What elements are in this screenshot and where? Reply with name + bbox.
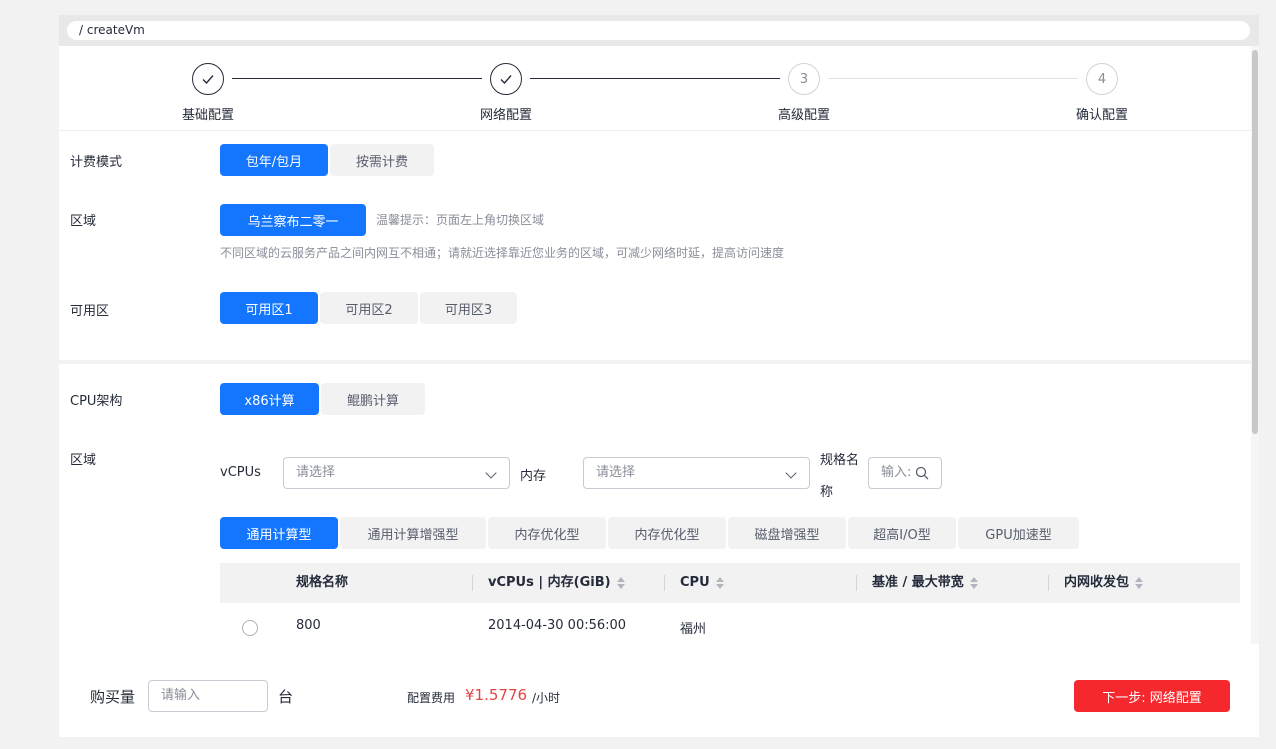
fee-label: 配置费用: [407, 691, 456, 705]
row-radio[interactable]: [242, 620, 258, 636]
sort-icon[interactable]: [1135, 576, 1144, 589]
column-separator: [664, 575, 665, 591]
col-vcpus[interactable]: vCPUs | 内存(GiB): [488, 563, 626, 603]
az-1-button[interactable]: 可用区1: [220, 292, 318, 324]
step-3-label: 高级配置: [777, 108, 830, 123]
step-2-label: 网络配置: [479, 108, 532, 123]
page-container: [59, 15, 1259, 737]
region-note: 不同区域的云服务产品之间内网互不相通；请就近选择靠近您业务的区域，可减少网络时延…: [220, 246, 785, 260]
cpu-x86-button[interactable]: x86计算: [220, 383, 319, 415]
step-connector: [828, 78, 1078, 79]
fee-unit: /小时: [532, 691, 561, 705]
column-separator: [856, 575, 857, 591]
cpu-kunpeng-button[interactable]: 鲲鹏计算: [321, 383, 425, 415]
step-connector: [232, 78, 482, 79]
memory-select[interactable]: 请选择: [583, 457, 810, 489]
sort-icon[interactable]: [616, 576, 626, 589]
cell-name: 800: [296, 618, 321, 633]
chevron-down-icon: [485, 467, 497, 479]
billing-ondemand-button[interactable]: 按需计费: [330, 144, 434, 176]
tab-memory-optimized-2[interactable]: 内存优化型: [608, 517, 726, 549]
tab-high-io[interactable]: 超高I/O型: [848, 517, 956, 549]
scrollbar-thumb[interactable]: [1252, 50, 1258, 434]
tab-gpu[interactable]: GPU加速型: [958, 517, 1079, 549]
cell-cpu: 福州: [680, 622, 707, 637]
spec-name-label-cont: 称: [820, 485, 834, 500]
vcpus-placeholder: 请选择: [296, 465, 336, 480]
qty-input[interactable]: 请输入: [148, 680, 268, 712]
col-name: 规格名称: [296, 575, 349, 590]
search-icon: [915, 466, 929, 480]
section-divider: [59, 360, 1251, 364]
tab-disk-enhanced[interactable]: 磁盘增强型: [728, 517, 846, 549]
column-separator: [1048, 575, 1049, 591]
cell-vcpus: 2014-04-30 00:56:00: [488, 618, 627, 633]
col-bandwidth[interactable]: 基准 / 最大带宽: [872, 563, 979, 603]
fee-value: ¥1.5776: [465, 686, 528, 704]
column-separator: [472, 575, 473, 591]
spec-name-search-input[interactable]: 输入:: [868, 457, 942, 489]
az-2-button[interactable]: 可用区2: [320, 292, 418, 324]
tab-memory-optimized[interactable]: 内存优化型: [488, 517, 606, 549]
billing-yearly-button[interactable]: 包年/包月: [220, 144, 328, 176]
step-1-check-icon: [192, 63, 224, 95]
step-4-number: 4: [1086, 63, 1118, 95]
tab-general-enhanced[interactable]: 通用计算增强型: [340, 517, 486, 549]
next-step-button[interactable]: 下一步: 网络配置: [1074, 680, 1230, 712]
sort-icon[interactable]: [715, 576, 725, 589]
vcpus-label: vCPUs: [220, 465, 261, 480]
spec-name-label: 规格名: [820, 453, 860, 468]
cpu-arch-label: CPU架构: [70, 394, 123, 409]
az-3-button[interactable]: 可用区3: [420, 292, 517, 324]
step-2-check-icon: [490, 63, 522, 95]
billing-label: 计费模式: [70, 155, 123, 170]
qty-unit: 台: [278, 688, 294, 706]
spec-name-placeholder: 输入:: [881, 465, 912, 480]
divider: [59, 130, 1251, 131]
step-connector: [530, 78, 780, 79]
vcpus-select[interactable]: 请选择: [283, 457, 510, 489]
region-tip: 温馨提示：页面左上角切换区域: [376, 213, 545, 227]
step-3-number: 3: [788, 63, 820, 95]
memory-label: 内存: [520, 469, 547, 484]
az-label: 可用区: [70, 304, 110, 319]
region-button[interactable]: 乌兰察布二零一: [220, 204, 366, 236]
region-label: 区域: [70, 214, 97, 229]
spec-label: 区域: [70, 453, 97, 468]
table-header: 规格名称 vCPUs | 内存(GiB) CPU 基准 / 最大带宽 内网收发包: [220, 563, 1240, 603]
col-pps[interactable]: 内网收发包: [1064, 563, 1144, 603]
chevron-down-icon: [785, 467, 797, 479]
qty-label: 购买量: [90, 688, 136, 706]
memory-placeholder: 请选择: [596, 465, 636, 480]
col-cpu[interactable]: CPU: [680, 563, 725, 603]
tab-general[interactable]: 通用计算型: [220, 517, 338, 549]
step-4-label: 确认配置: [1075, 108, 1128, 123]
sort-icon[interactable]: [969, 576, 979, 589]
step-1-label: 基础配置: [181, 108, 234, 123]
breadcrumb[interactable]: / createVm: [67, 21, 1250, 40]
